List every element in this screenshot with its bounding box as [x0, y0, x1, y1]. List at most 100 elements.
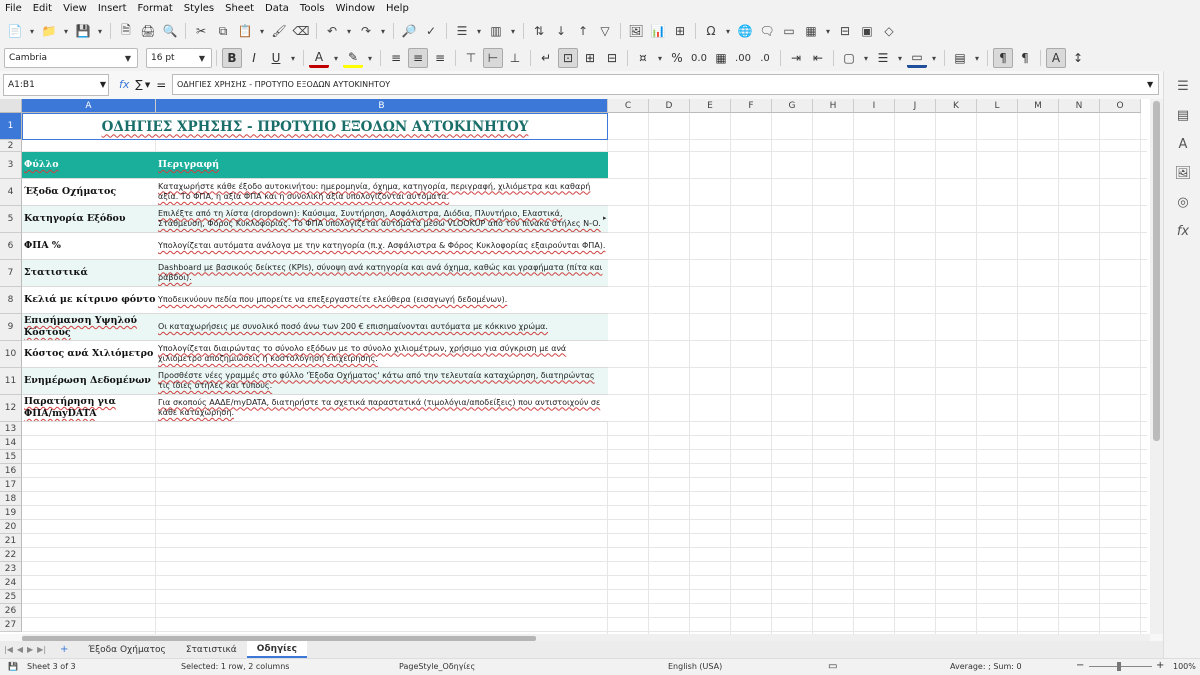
column-header-j[interactable]: J [895, 99, 936, 113]
table-cell-sheet-name[interactable]: ΦΠΑ % [22, 233, 156, 260]
header-cell-description[interactable]: Περιγραφή [156, 152, 608, 179]
row-header[interactable]: 3 [0, 152, 22, 179]
dropdown-arrow-icon[interactable]: ▾ [26, 22, 38, 40]
zoom-in-icon[interactable]: + [1156, 660, 1164, 671]
export-pdf-icon[interactable]: 🗎 [117, 22, 135, 40]
dropdown-arrow-icon[interactable]: ▾ [722, 22, 734, 40]
row-header[interactable]: 6 [0, 233, 22, 260]
properties-icon[interactable]: ▤ [1173, 105, 1193, 125]
copy-icon[interactable]: ⧉ [214, 22, 232, 40]
sort-ascending-icon[interactable]: ↓ [552, 22, 570, 40]
row-header[interactable]: 9 [0, 314, 22, 341]
merge-center-icon[interactable]: ⊡ [558, 48, 578, 68]
dropdown-arrow-icon[interactable]: ▾ [928, 49, 940, 67]
column-header-e[interactable]: E [690, 99, 731, 113]
row-header[interactable]: 5 [0, 206, 22, 233]
status-language[interactable]: English (USA) [668, 662, 722, 671]
table-cell-description[interactable]: Καταχωρήστε κάθε έξοδο αυτοκινήτου: ημερ… [156, 179, 608, 206]
column-header-d[interactable]: D [649, 99, 690, 113]
last-sheet-icon[interactable]: ▶| [37, 645, 46, 654]
insert-chart-icon[interactable]: 📊 [649, 22, 667, 40]
document-modified-icon[interactable]: 💾 [8, 662, 18, 671]
row-header[interactable]: 11 [0, 368, 22, 395]
sheet-tab[interactable]: Οδηγίες [246, 641, 307, 658]
clear-formatting-icon[interactable]: ⌫ [292, 22, 310, 40]
expand-formula-bar-icon[interactable]: ▼ [1147, 80, 1153, 89]
sort-descending-icon[interactable]: ↑ [574, 22, 592, 40]
table-cell-description[interactable]: Υπολογίζεται διαιρώντας το σύνολο εξόδων… [156, 341, 608, 368]
column-header-l[interactable]: L [977, 99, 1018, 113]
table-cell-sheet-name[interactable]: Έξοδα Οχήματος [22, 179, 156, 206]
sheet-tab[interactable]: Έξοδα Οχήματος [78, 641, 175, 658]
menu-item[interactable]: File [5, 3, 22, 14]
menu-item[interactable]: Edit [33, 3, 52, 14]
table-cell-description[interactable]: Dashboard με βασικούς δείκτες (KPIs), σύ… [156, 260, 608, 287]
row-header[interactable]: 23 [0, 562, 22, 576]
wrap-text-icon[interactable]: ↵ [536, 48, 556, 68]
add-decimal-icon[interactable]: .00 [733, 48, 753, 68]
row-header[interactable]: 25 [0, 590, 22, 604]
row-header[interactable]: 13 [0, 422, 22, 436]
row-header[interactable]: 20 [0, 520, 22, 534]
table-cell-sheet-name[interactable]: Επισήμανση Υψηλού Κόστους [22, 314, 156, 341]
function-wizard-icon[interactable]: fx [119, 78, 129, 91]
dropdown-arrow-icon[interactable]: ▾ [364, 49, 376, 67]
font-color-icon[interactable]: A [309, 48, 329, 68]
row-header[interactable]: 26 [0, 604, 22, 618]
conditional-format-icon[interactable]: ▤ [950, 48, 970, 68]
spreadsheet-grid[interactable]: A B C D E F G H I J K L M N O 1 2 3 4 5 6 7 8 9 10 11 12 13 14 15 16 17… [0, 99, 1163, 634]
row-header[interactable]: 19 [0, 506, 22, 520]
align-center-icon[interactable]: ≡ [408, 48, 428, 68]
dropdown-arrow-icon[interactable]: ▾ [473, 22, 485, 40]
column-header-g[interactable]: G [772, 99, 813, 113]
column-header-h[interactable]: H [813, 99, 854, 113]
headers-footers-icon[interactable]: ▭ [780, 22, 798, 40]
sidebar-menu-icon[interactable]: ☰ [1173, 76, 1193, 96]
zoom-out-icon[interactable]: − [1076, 660, 1084, 671]
row-header[interactable]: 15 [0, 450, 22, 464]
date-format-icon[interactable]: ▦ [711, 48, 731, 68]
chevron-down-icon[interactable]: ▼ [100, 80, 106, 89]
sort-icon[interactable]: ⇅ [530, 22, 548, 40]
delete-decimal-icon[interactable]: .0 [755, 48, 775, 68]
column-header-k[interactable]: K [936, 99, 977, 113]
table-cell-description[interactable]: Προσθέστε νέες γραμμές στο φύλλο 'Έξοδα … [156, 368, 608, 395]
percent-format-icon[interactable]: % [667, 48, 687, 68]
add-sheet-button[interactable]: + [60, 644, 68, 655]
table-cell-description[interactable]: Για σκοπούς ΑΑΔΕ/myDATA, διατηρήστε τα σ… [156, 395, 608, 422]
column-header-n[interactable]: N [1059, 99, 1100, 113]
row-header[interactable]: 22 [0, 548, 22, 562]
decrease-indent-icon[interactable]: ⇤ [808, 48, 828, 68]
menu-item[interactable]: Window [336, 3, 375, 14]
next-sheet-icon[interactable]: ▶ [27, 645, 33, 654]
prev-sheet-icon[interactable]: ◀ [17, 645, 23, 654]
gallery-icon[interactable]: 🖼 [1173, 163, 1193, 183]
comment-icon[interactable]: 🗨 [758, 22, 776, 40]
row-header[interactable]: 24 [0, 576, 22, 590]
row-header[interactable]: 10 [0, 341, 22, 368]
dropdown-arrow-icon[interactable]: ▾ [256, 22, 268, 40]
row-header[interactable]: 14 [0, 436, 22, 450]
menu-item[interactable]: Help [386, 3, 409, 14]
menu-item[interactable]: Tools [300, 3, 325, 14]
paste-icon[interactable]: 📋 [236, 22, 254, 40]
increase-indent-icon[interactable]: ⇥ [786, 48, 806, 68]
dropdown-arrow-icon[interactable]: ▾ [860, 49, 872, 67]
merge-cells-icon[interactable]: ⊞ [580, 48, 600, 68]
table-cell-sheet-name[interactable]: Ενημέρωση Δεδομένων [22, 368, 156, 395]
find-replace-icon[interactable]: 🔎 [400, 22, 418, 40]
currency-format-icon[interactable]: ¤ [633, 48, 653, 68]
table-cell-description[interactable]: Οι καταχωρήσεις με συνολικό ποσό άνω των… [156, 314, 608, 341]
sheet-tab[interactable]: Στατιστικά [176, 641, 247, 658]
dropdown-arrow-icon[interactable]: ▾ [287, 49, 299, 67]
font-size-combo[interactable]: 16 pt ▼ [146, 48, 212, 68]
row-header[interactable]: 7 [0, 260, 22, 287]
status-page-style[interactable]: PageStyle_Οδηγίες [399, 662, 475, 671]
align-top-icon[interactable]: ⊤ [461, 48, 481, 68]
row-header[interactable]: 8 [0, 287, 22, 314]
styles-icon[interactable]: A [1173, 134, 1193, 154]
new-document-icon[interactable]: 📄 [6, 22, 24, 40]
dropdown-arrow-icon[interactable]: ▾ [971, 49, 983, 67]
chevron-down-icon[interactable]: ▼ [145, 81, 150, 89]
align-right-icon[interactable]: ≡ [430, 48, 450, 68]
